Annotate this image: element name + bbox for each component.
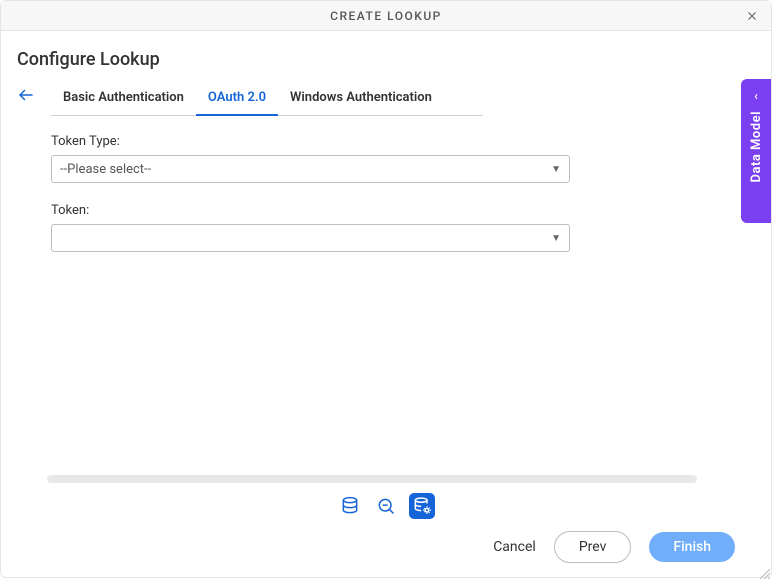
token-type-value: --Please select-- [60,162,151,177]
modal-header: CREATE LOOKUP [1,1,771,31]
create-lookup-modal: CREATE LOOKUP Configure Lookup Basic Aut… [0,0,772,578]
database-gear-icon[interactable] [409,493,435,519]
modal-title: CREATE LOOKUP [330,9,442,23]
chevron-down-icon: ▼ [551,233,561,244]
footer: Cancel Prev Finish [17,483,755,577]
tab-oauth2[interactable]: OAuth 2.0 [196,82,278,115]
token-label: Token: [51,203,755,218]
modal-body: Configure Lookup Basic Authentication OA… [1,31,771,577]
tab-area: Basic Authentication OAuth 2.0 Windows A… [51,82,755,272]
auth-tabs: Basic Authentication OAuth 2.0 Windows A… [51,82,483,116]
oauth-form: Token Type: --Please select-- ▼ Token: ▼ [51,116,755,252]
resize-grip-icon[interactable] [758,564,770,576]
footer-buttons: Cancel Prev Finish [37,531,735,563]
database-icon[interactable] [337,493,363,519]
token-type-select[interactable]: --Please select-- ▼ [51,155,570,183]
page-title: Configure Lookup [17,49,755,70]
wizard-step-indicators [337,493,435,519]
data-model-panel-toggle[interactable]: ‹ Data Model [741,79,771,223]
close-icon[interactable] [743,7,761,25]
token-select[interactable]: ▼ [51,224,570,252]
search-minus-icon[interactable] [373,493,399,519]
tab-windows-auth[interactable]: Windows Authentication [278,82,444,115]
token-type-label: Token Type: [51,134,755,149]
data-model-label: Data Model [749,111,764,182]
back-arrow-icon[interactable] [17,82,41,108]
cancel-button[interactable]: Cancel [493,539,536,555]
prev-button[interactable]: Prev [554,531,632,563]
chevron-down-icon: ▼ [551,164,561,175]
finish-button[interactable]: Finish [649,532,735,562]
tab-basic-auth[interactable]: Basic Authentication [51,82,196,115]
chevron-left-icon: ‹ [754,89,758,103]
horizontal-scrollbar[interactable] [47,475,697,483]
